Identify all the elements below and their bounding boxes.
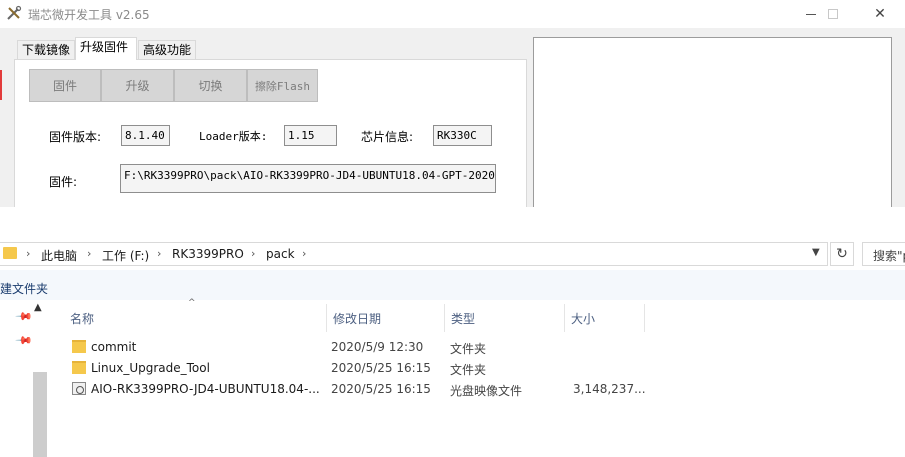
loader-version-field: 1.15 [284, 125, 337, 146]
file-date: 2020/5/25 16:15 [331, 382, 431, 396]
close-icon: ✕ [874, 6, 886, 22]
disc-image-icon [72, 382, 86, 395]
firmware-path-field: F:\RK3399PRO\pack\AIO-RK3399PRO-JD4-UBUN… [120, 164, 496, 193]
firmware-path-label: 固件: [49, 175, 78, 189]
chip-info-field: RK330C [433, 125, 492, 146]
maximize-button[interactable] [810, 0, 856, 28]
new-folder-label[interactable]: 建文件夹 [0, 280, 48, 297]
column-date-modified[interactable]: 修改日期 [327, 304, 445, 332]
firmware-version-label: 固件版本: [49, 130, 102, 144]
tab-advanced-functions[interactable]: 高级功能 [138, 40, 197, 60]
column-size[interactable]: 大小 [565, 304, 645, 332]
breadcrumb-pack[interactable]: pack [266, 247, 295, 261]
chevron-right-icon[interactable]: › [157, 247, 161, 260]
tab-download-image[interactable]: 下载镜像 [17, 40, 76, 60]
chip-info-label: 芯片信息: [361, 130, 414, 144]
file-row[interactable]: commit 2020/5/9 12:30 文件夹 [52, 337, 652, 358]
upgrade-button[interactable]: 升级 [101, 69, 174, 102]
chevron-right-icon[interactable]: › [87, 247, 91, 260]
file-type: 文件夹 [450, 342, 487, 356]
file-type: 光盘映像文件 [450, 384, 523, 398]
column-name[interactable]: 名称 [64, 304, 327, 332]
column-header: 名称 修改日期 类型 大小 [52, 304, 652, 332]
chevron-right-icon[interactable]: › [302, 247, 306, 260]
log-output[interactable] [533, 37, 892, 207]
scroll-up-icon[interactable]: ▲ [34, 302, 42, 313]
file-row[interactable]: Linux_Upgrade_Tool 2020/5/25 16:15 文件夹 [52, 358, 652, 379]
loader-version-label: Loader版本: [199, 130, 268, 143]
file-size: 3,148,237... [573, 382, 646, 396]
search-input[interactable]: 搜索"p [862, 242, 905, 266]
refresh-button[interactable]: ↻ [830, 242, 854, 266]
switch-button[interactable]: 切换 [174, 69, 247, 102]
pin-icon[interactable]: 📌 [14, 307, 33, 326]
refresh-icon: ↻ [836, 246, 848, 262]
file-row[interactable]: AIO-RK3399PRO-JD4-UBUNTU18.04-... 2020/5… [52, 379, 652, 400]
maximize-icon [828, 9, 838, 19]
erase-flash-button[interactable]: 擦除Flash [247, 69, 318, 102]
file-name: AIO-RK3399PRO-JD4-UBUNTU18.04-... [91, 382, 320, 396]
close-button[interactable]: ✕ [857, 0, 903, 28]
pin-icon[interactable]: 📌 [14, 331, 33, 350]
chevron-down-icon[interactable]: ▼ [812, 247, 820, 258]
window-title: 瑞芯微开发工具 v2.65 [28, 8, 150, 22]
address-bar[interactable]: › 此电脑 › 工作 (F:) › RK3399PRO › pack › ▼ ↻… [0, 242, 905, 268]
file-date: 2020/5/9 12:30 [331, 340, 424, 354]
folder-icon [72, 340, 86, 353]
chevron-right-icon[interactable]: › [251, 247, 255, 260]
chevron-right-icon[interactable]: › [26, 247, 30, 260]
file-name: commit [91, 340, 137, 354]
column-type[interactable]: 类型 [445, 304, 565, 332]
file-date: 2020/5/25 16:15 [331, 361, 431, 375]
breadcrumb-drive[interactable]: 工作 (F:) [102, 247, 149, 264]
title-bar: 瑞芯微开发工具 v2.65 ✕ [0, 0, 905, 28]
scrollbar[interactable] [33, 372, 47, 457]
tool-window: 瑞芯微开发工具 v2.65 ✕ 下载镜像 升级固件 高级功能 固件 升级 切换 … [0, 0, 905, 207]
file-type: 文件夹 [450, 363, 487, 377]
breadcrumb-this-pc[interactable]: 此电脑 [41, 247, 77, 264]
address-box[interactable]: › 此电脑 › 工作 (F:) › RK3399PRO › pack › ▼ [0, 242, 828, 266]
folder-icon [3, 247, 17, 259]
edge-marker [0, 70, 3, 100]
firmware-version-field: 8.1.40 [121, 125, 170, 146]
firmware-button[interactable]: 固件 [29, 69, 101, 102]
command-bar: 建文件夹 [0, 270, 905, 300]
window-gap [0, 207, 905, 242]
folder-icon [72, 361, 86, 374]
breadcrumb-rk3399pro[interactable]: RK3399PRO [172, 247, 244, 261]
tools-icon [7, 5, 22, 20]
file-name: Linux_Upgrade_Tool [91, 361, 210, 375]
tab-upgrade-firmware[interactable]: 升级固件 [75, 37, 137, 60]
